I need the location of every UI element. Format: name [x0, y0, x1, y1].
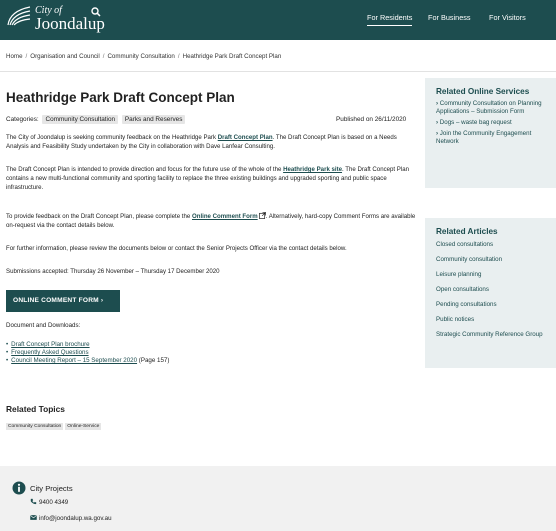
feedback-paragraph: To provide feedback on the Draft Concept…	[6, 212, 416, 230]
breadcrumb-organisation[interactable]: Organisation and Council	[30, 53, 99, 60]
info-icon	[12, 481, 26, 495]
para-text: To provide feedback on the Draft Concept…	[6, 213, 192, 220]
nav-for-visitors[interactable]: For Visitors	[489, 13, 526, 23]
page-title: Heathridge Park Draft Concept Plan	[6, 90, 235, 105]
related-topics-title: Related Topics	[6, 404, 65, 414]
service-link[interactable]: › Dogs – waste bag request	[436, 119, 547, 127]
chevron-right-icon: ›	[436, 119, 439, 126]
document-list: Draft Concept Plan brochure Frequently A…	[6, 341, 169, 365]
divider	[0, 71, 556, 72]
service-link[interactable]: › Community Consultation on Planning App…	[436, 100, 547, 116]
list-item: Council Meeting Report – 15 September 20…	[6, 357, 169, 365]
online-comment-form-link[interactable]: Online Comment Form	[192, 213, 258, 220]
document-link[interactable]: Draft Concept Plan brochure	[11, 341, 89, 348]
related-articles-title: Related Articles	[436, 227, 498, 236]
breadcrumb-home[interactable]: Home	[6, 53, 23, 60]
service-link[interactable]: › Join the Community Engagement Network	[436, 130, 547, 146]
service-label: Dogs – waste bag request	[439, 119, 512, 126]
purpose-paragraph: The Draft Concept Plan is intended to pr…	[6, 165, 416, 192]
chevron-right-icon: ›	[436, 130, 439, 137]
logo-mark-icon	[7, 6, 31, 26]
logo-line-2: Joondalup	[35, 14, 105, 33]
breadcrumb: Home / Organisation and Council / Community …	[6, 53, 281, 60]
document-suffix: (Page 157)	[137, 357, 170, 364]
related-articles: Related Articles Closed consultations Co…	[425, 218, 556, 368]
categories-label: Categories:	[6, 116, 39, 123]
chevron-right-icon: ›	[436, 100, 439, 107]
document-link[interactable]: Council Meeting Report – 15 September 20…	[11, 357, 137, 364]
related-online-services-title: Related Online Services	[436, 87, 530, 96]
article-link[interactable]: Strategic Community Reference Group	[436, 331, 547, 339]
draft-concept-plan-link[interactable]: Draft Concept Plan	[218, 134, 273, 141]
contact-footer: City Projects 9400 4349 info@joondalup.w…	[0, 466, 556, 531]
breadcrumb-separator: /	[177, 53, 180, 60]
online-comment-form-button[interactable]: ONLINE COMMENT FORM ›	[6, 290, 120, 312]
submissions-dates: Submissions accepted: Thursday 26 Novemb…	[6, 268, 220, 275]
further-info-paragraph: For further information, please review t…	[6, 245, 347, 252]
para-text: The City of Joondalup is seeking communi…	[6, 134, 218, 141]
nav-for-residents[interactable]: For Residents	[367, 13, 413, 26]
downloads-label: Document and Downloads:	[6, 322, 81, 329]
breadcrumb-current: Heathridge Park Draft Concept Plan	[182, 53, 282, 60]
phone-number: 9400 4349	[39, 499, 69, 506]
service-label: Join the Community Engagement Network	[436, 130, 532, 145]
search-icon[interactable]	[91, 7, 101, 17]
service-label: Community Consultation on Planning Appli…	[436, 100, 542, 115]
breadcrumb-community-consultation[interactable]: Community Consultation	[107, 53, 174, 60]
mail-icon	[30, 515, 37, 520]
article-link[interactable]: Closed consultations	[436, 241, 547, 249]
category-tag[interactable]: Parks and Reserves	[121, 115, 186, 124]
intro-paragraph: The City of Joondalup is seeking communi…	[6, 133, 416, 151]
phone-icon	[30, 498, 37, 505]
topic-tag[interactable]: Online-Service	[65, 423, 102, 430]
heathridge-park-site-link[interactable]: Heathridge Park site	[283, 166, 342, 173]
article-link[interactable]: Pending consultations	[436, 301, 547, 309]
para-text: The Draft Concept Plan is intended to pr…	[6, 166, 284, 173]
article-link[interactable]: Public notices	[436, 316, 547, 324]
list-item: Frequently Asked Questions	[6, 349, 169, 357]
category-tag[interactable]: Community Consultation	[42, 115, 119, 124]
related-online-services: Related Online Services › Community Cons…	[425, 78, 556, 188]
related-topics-tags: Community Consultation Online-Service	[6, 423, 103, 430]
topic-tag[interactable]: Community Consultation	[6, 423, 64, 430]
contact-phone[interactable]: 9400 4349	[30, 498, 68, 506]
article-link[interactable]: Leisure planning	[436, 271, 547, 279]
city-logo[interactable]: City of Joondalup	[6, 5, 126, 35]
nav-for-business[interactable]: For Business	[428, 13, 471, 23]
article-link[interactable]: Open consultations	[436, 286, 547, 294]
external-link-icon	[258, 212, 266, 219]
site-header: City of Joondalup For Residents For Busi…	[0, 0, 556, 40]
document-link[interactable]: Frequently Asked Questions	[11, 349, 88, 356]
list-item: Draft Concept Plan brochure	[6, 341, 169, 349]
contact-email[interactable]: info@joondalup.wa.gov.au	[30, 514, 112, 522]
categories: Categories: Community Consultation Parks…	[6, 115, 186, 124]
contact-title: City Projects	[30, 484, 73, 493]
email-address: info@joondalup.wa.gov.au	[39, 515, 112, 522]
article-link[interactable]: Community consultation	[436, 256, 547, 264]
published-date: Published on 26/11/2020	[336, 116, 407, 123]
